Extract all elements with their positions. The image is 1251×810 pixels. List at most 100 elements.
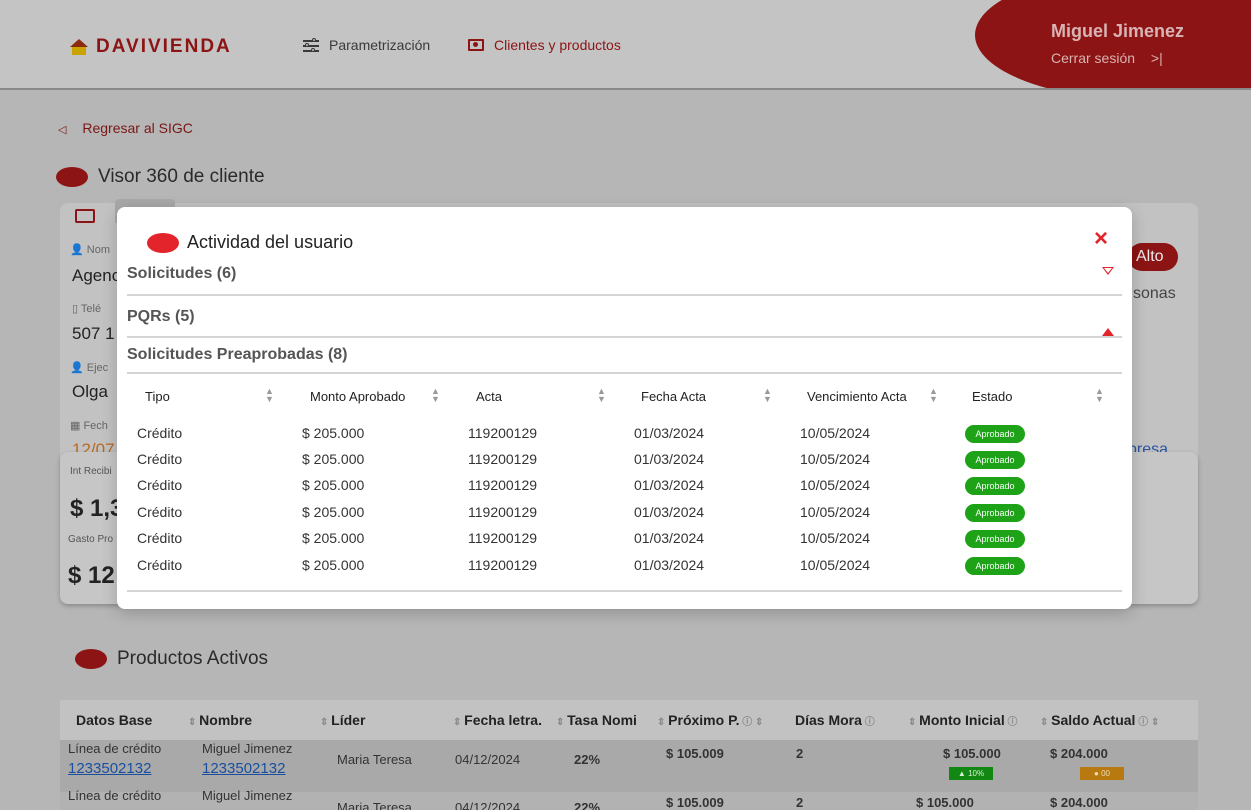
delta-chip: ▲ 10% [949, 767, 993, 780]
column-header[interactable]: Acta [476, 389, 502, 404]
products-title-text: Productos Activos [117, 648, 269, 669]
cell-monto: $ 205.000 [302, 425, 365, 441]
sort-icon: ⇕ [556, 717, 568, 728]
back-link[interactable]: ◁ Regresar al SIGC [58, 120, 193, 136]
nav-label: Parametrización [329, 37, 431, 53]
cell-monto: $ 205.000 [302, 477, 365, 493]
column-header[interactable]: Tipo [145, 389, 170, 404]
column-header[interactable]: Monto Aprobado [310, 389, 405, 404]
cell-monto: $ 205.000 [302, 557, 365, 573]
nav-parametrizacion[interactable]: Parametrización [303, 37, 430, 53]
column-header[interactable]: ⇕ Fecha letra. [453, 712, 542, 728]
cell-mora: 2 [796, 795, 804, 810]
calendar-icon: ▦ [70, 420, 84, 432]
cell-mora: 2 [796, 746, 804, 761]
status-badge: Aprobado [965, 530, 1025, 548]
sort-icon[interactable]: ▲ ▼ [265, 387, 274, 404]
cell-datos-base: Línea de crédito [68, 741, 162, 756]
client-field-label: ▯ Telé [72, 303, 102, 315]
brand-name: DAVIVIENDA [96, 36, 232, 57]
sort-icon[interactable]: ▲ ▼ [597, 387, 606, 404]
status-chip: ● 00 [1080, 767, 1124, 780]
modal-title-text: Actividad del usuario [187, 232, 354, 252]
nav-clientes-productos[interactable]: Clientes y productos [468, 37, 621, 53]
user-icon: 👤 [70, 244, 87, 256]
cell-fecha: 01/03/2024 [634, 477, 705, 493]
logout-link[interactable]: Cerrar sesión >| [1051, 50, 1163, 66]
column-header[interactable]: ⇕ Líder [320, 712, 365, 728]
cell-proximo: $ 105.009 [666, 795, 724, 810]
table-row[interactable]: Línea de crédito 1233502132 Miguel Jimen… [60, 740, 1198, 792]
cell-acta: 119200129 [468, 530, 538, 546]
accordion-pqrs[interactable]: PQRs (5) [127, 296, 1122, 338]
blob-icon [56, 167, 88, 187]
column-header[interactable]: Días Mora ⓘ [795, 712, 875, 728]
cell-fecha: 04/12/2024 [455, 752, 521, 767]
column-header[interactable]: ⇕ Próximo P. ⓘ ⇕ [657, 712, 763, 728]
cell-fecha: 01/03/2024 [634, 425, 705, 441]
cell-lider: Maria Teresa [337, 800, 412, 810]
sort-icon[interactable]: ▲ ▼ [763, 387, 772, 404]
column-header[interactable]: Estado [972, 389, 1012, 404]
table-row[interactable]: Crédito $ 205.000 119200129 01/03/2024 1… [127, 504, 1122, 530]
column-header[interactable]: ⇕ Monto Inicial ⓘ [908, 712, 1018, 728]
products-table-header: Datos Base ⇕ Nombre ⇕ Líder ⇕ Fecha letr… [60, 700, 1198, 740]
account-link[interactable]: 1233502132 [68, 760, 151, 777]
cell-proximo: $ 105.009 [666, 746, 724, 761]
cell-tipo: Crédito [137, 425, 183, 441]
logout-label: Cerrar sesión [1051, 50, 1136, 66]
tab-client-info[interactable] [75, 209, 95, 223]
chevron-down-icon[interactable] [1102, 267, 1114, 292]
accordion-title: PQRs (5) [127, 308, 195, 325]
products-table: Datos Base ⇕ Nombre ⇕ Líder ⇕ Fecha letr… [60, 700, 1198, 810]
cell-nombre: Miguel Jimenez [202, 788, 293, 803]
status-badge: Aprobado [965, 425, 1025, 443]
cell-acta: 119200129 [468, 557, 538, 573]
cell-fecha: 01/03/2024 [634, 504, 705, 520]
column-header[interactable]: ⇕ Nombre [188, 712, 252, 728]
column-header[interactable]: ⇕ Saldo Actual ⓘ ⇕ [1040, 712, 1159, 728]
table-row[interactable]: Crédito $ 205.000 119200129 01/03/2024 1… [127, 557, 1122, 583]
page-title: Visor 360 de cliente [56, 166, 265, 188]
column-header[interactable]: ⇕ Tasa Nomi [556, 712, 637, 728]
cell-tipo: Crédito [137, 451, 183, 467]
table-row[interactable]: Crédito $ 205.000 119200129 01/03/2024 1… [127, 530, 1122, 556]
cell-fecha: 04/12/2024 [455, 800, 521, 810]
brand-logo[interactable]: DAVIVIENDA [70, 36, 232, 58]
table-row[interactable]: Crédito $ 205.000 119200129 01/03/2024 1… [127, 477, 1122, 503]
sort-icon[interactable]: ▲ ▼ [431, 387, 440, 404]
cell-tasa: 22% [574, 800, 601, 810]
cell-monto: $ 205.000 [302, 451, 365, 467]
divider [127, 590, 1122, 592]
cell-vencimiento: 10/05/2024 [800, 530, 871, 546]
phone-icon: ▯ [72, 303, 81, 315]
table-row[interactable]: Crédito $ 205.000 119200129 01/03/2024 1… [127, 425, 1122, 451]
products-title: Productos Activos [75, 648, 268, 670]
column-header[interactable]: Datos Base [76, 712, 152, 728]
accordion-preaprobadas[interactable]: Solicitudes Preaprobadas (8) [127, 338, 1122, 374]
close-icon[interactable]: × [1094, 225, 1108, 253]
chevron-up-icon[interactable] [1102, 311, 1114, 336]
client-field-value: 507 1 [72, 324, 115, 343]
modal-title: Actividad del usuario [147, 232, 353, 253]
page-title-text: Visor 360 de cliente [98, 166, 265, 187]
sliders-icon [303, 37, 319, 52]
column-header[interactable]: Fecha Acta [641, 389, 706, 404]
accordion-solicitudes[interactable]: Solicitudes (6) [127, 257, 1122, 296]
table-row[interactable]: Línea de crédito Miguel Jimenez Maria Te… [60, 788, 1198, 810]
info-icon: ⓘ [861, 717, 875, 728]
risk-badge: Alto [1128, 243, 1178, 271]
cell-datos-base: Línea de crédito [68, 788, 162, 803]
id-card-icon [468, 39, 484, 51]
client-field-value: Agenc [72, 266, 121, 285]
segment-text: sonas [1133, 285, 1176, 302]
cell-fecha: 01/03/2024 [634, 557, 705, 573]
table-row[interactable]: Crédito $ 205.000 119200129 01/03/2024 1… [127, 451, 1122, 477]
cell-tasa: 22% [574, 752, 601, 767]
sort-icon[interactable]: ▲ ▼ [1095, 387, 1104, 404]
sort-icon: ⇕ [320, 717, 332, 728]
column-header[interactable]: Vencimiento Acta [807, 389, 907, 404]
status-badge: Aprobado [965, 477, 1025, 495]
client-link[interactable]: 1233502132 [202, 760, 285, 777]
sort-icon[interactable]: ▲ ▼ [929, 387, 938, 404]
